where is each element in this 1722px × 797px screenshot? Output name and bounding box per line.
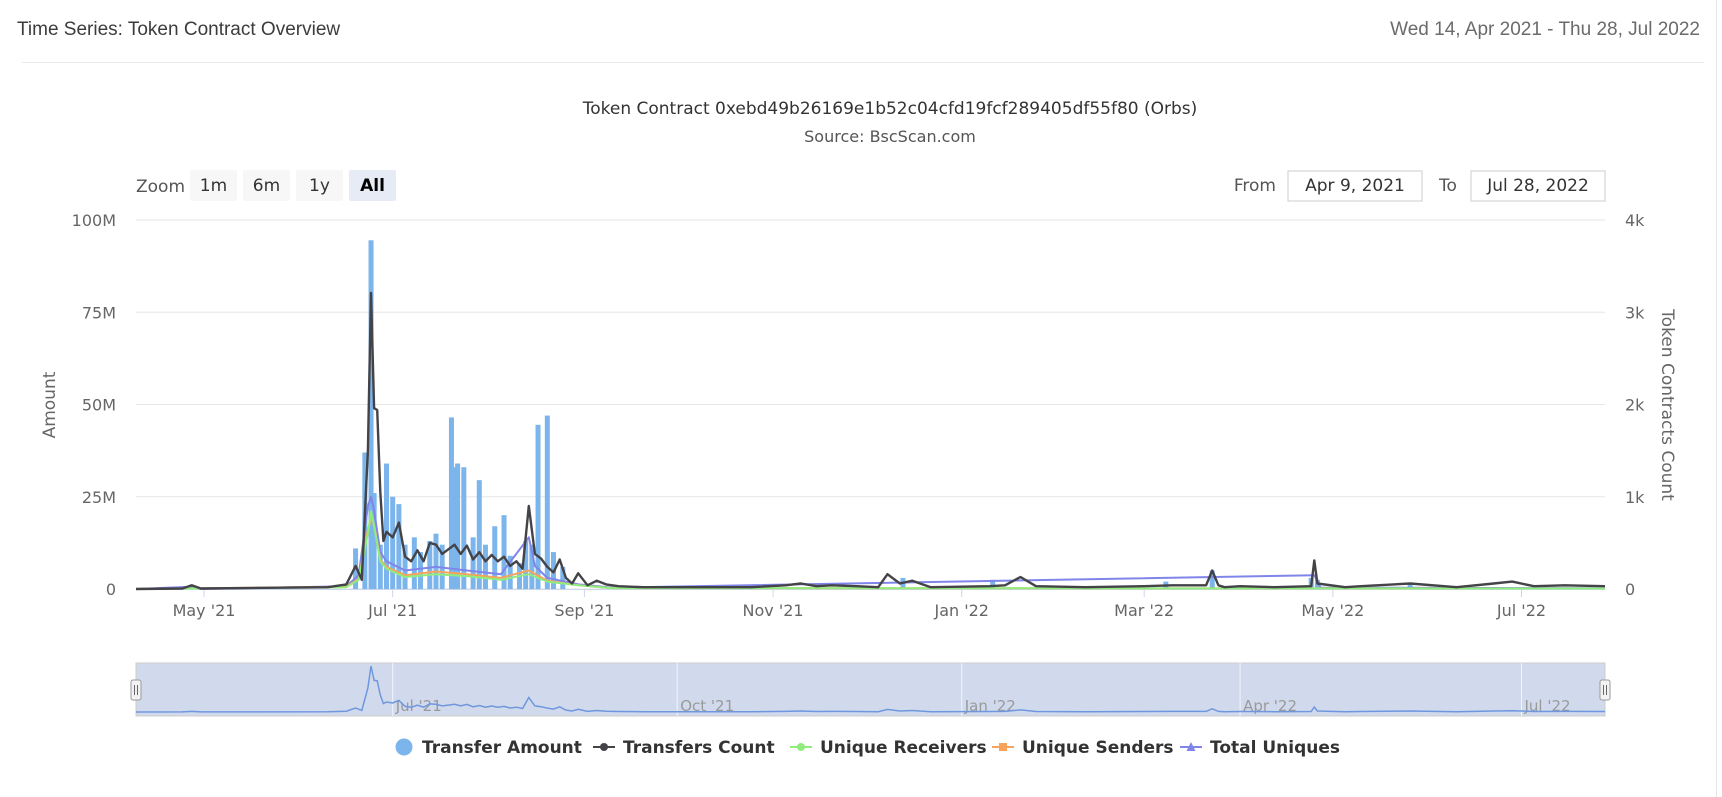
- from-label: From: [1234, 176, 1276, 196]
- bar: [411, 537, 417, 589]
- zoom-button-1y[interactable]: 1y: [296, 170, 343, 201]
- series-transfers-count: [135, 291, 1606, 591]
- chart: Token Contract 0xebd49b26169e1b52c04cfd1…: [40, 99, 1677, 758]
- from-date-value: Apr 9, 2021: [1305, 176, 1405, 196]
- y-right-tick-label: 0: [1625, 580, 1635, 599]
- zoom-button-all[interactable]: All: [349, 170, 396, 201]
- bar: [390, 496, 396, 589]
- zoom-button-1m[interactable]: 1m: [190, 170, 237, 201]
- legend-marker: [999, 743, 1007, 751]
- x-tick-label: Sep '21: [554, 601, 614, 620]
- bar: [482, 544, 488, 589]
- y-left-tick-label: 100M: [72, 211, 116, 230]
- y-axis-left-title: Amount: [40, 371, 60, 438]
- navigator-handle-right[interactable]: [1599, 679, 1611, 701]
- navigator[interactable]: Jul '21 Oct '21 Jan '22 Apr '22 Jul '22: [130, 662, 1611, 717]
- navigator-handle-left[interactable]: [130, 679, 142, 701]
- legend-item[interactable]: Unique Receivers: [790, 738, 987, 758]
- legend-label: Unique Senders: [1022, 738, 1174, 758]
- legend-item[interactable]: Unique Senders: [992, 738, 1174, 758]
- legend-label: Unique Receivers: [820, 738, 987, 758]
- zoom-button-label: 1m: [200, 176, 227, 196]
- legend-label: Total Uniques: [1210, 738, 1340, 758]
- series-line: [135, 291, 1606, 591]
- chart-title: Token Contract 0xebd49b26169e1b52c04cfd1…: [582, 99, 1198, 119]
- plot-area: [135, 240, 1606, 591]
- x-tick-label: May '21: [173, 601, 236, 620]
- x-tick-label: Jul '22: [1496, 601, 1546, 620]
- y-axis-right: 0 1k 2k 3k 4k: [1625, 211, 1645, 599]
- from-date-input[interactable]: Apr 9, 2021: [1287, 170, 1423, 202]
- legend-item[interactable]: Transfer Amount: [395, 738, 582, 758]
- legend-marker: [600, 743, 608, 751]
- legend: Transfer Amount Transfers Count Unique Rec…: [395, 738, 1340, 758]
- y-axis-right-title: Token Contracts Count: [1657, 308, 1677, 501]
- y-right-tick-label: 4k: [1625, 211, 1645, 230]
- bar: [470, 537, 476, 589]
- series-transfer-amount: [353, 240, 1413, 590]
- x-tick-label: Nov '21: [743, 601, 804, 620]
- y-right-tick-label: 2k: [1625, 396, 1645, 415]
- zoom-label: Zoom: [136, 177, 185, 197]
- y-right-tick-label: 3k: [1625, 303, 1645, 322]
- chart-subtitle: Source: BscScan.com: [804, 127, 976, 146]
- legend-item[interactable]: Transfers Count: [593, 738, 775, 758]
- x-tick-label: Jul '21: [367, 601, 417, 620]
- y-left-tick-label: 75M: [82, 303, 116, 322]
- bar: [535, 424, 541, 589]
- zoom-button-6m[interactable]: 6m: [243, 170, 290, 201]
- zoom-button-label: 6m: [253, 176, 280, 196]
- to-date-input[interactable]: Jul 28, 2022: [1470, 170, 1606, 202]
- y-right-tick-label: 1k: [1625, 488, 1645, 507]
- y-axis-left: 0 25M 50M 75M 100M: [72, 211, 116, 599]
- x-axis: May '21 Jul '21 Sep '21 Nov '21 Jan '22 Mar '…: [136, 589, 1605, 620]
- x-tick-label: Jan '22: [933, 601, 989, 620]
- legend-marker: [395, 738, 413, 756]
- y-left-tick-label: 25M: [82, 488, 116, 507]
- handle-body: [130, 679, 142, 701]
- legend-item[interactable]: Total Uniques: [1180, 738, 1340, 758]
- bar: [396, 504, 402, 589]
- bar: [433, 533, 439, 589]
- to-label: To: [1438, 176, 1457, 196]
- zoom-button-label: All: [360, 176, 385, 196]
- x-tick-label: Mar '22: [1114, 601, 1174, 620]
- x-tick-label: May '22: [1301, 601, 1364, 620]
- to-date-value: Jul 28, 2022: [1486, 176, 1589, 196]
- navigator-tick-label: Jul '22: [1523, 697, 1570, 715]
- y-left-tick-label: 0: [106, 580, 116, 599]
- legend-label: Transfer Amount: [422, 738, 582, 758]
- legend-label: Transfers Count: [623, 738, 775, 758]
- y-left-tick-label: 50M: [82, 396, 116, 415]
- handle-body: [1599, 679, 1611, 701]
- legend-marker: [797, 743, 805, 751]
- card-border: [1716, 0, 1717, 797]
- grid-lines: [136, 219, 1605, 590]
- zoom-button-label: 1y: [309, 176, 330, 196]
